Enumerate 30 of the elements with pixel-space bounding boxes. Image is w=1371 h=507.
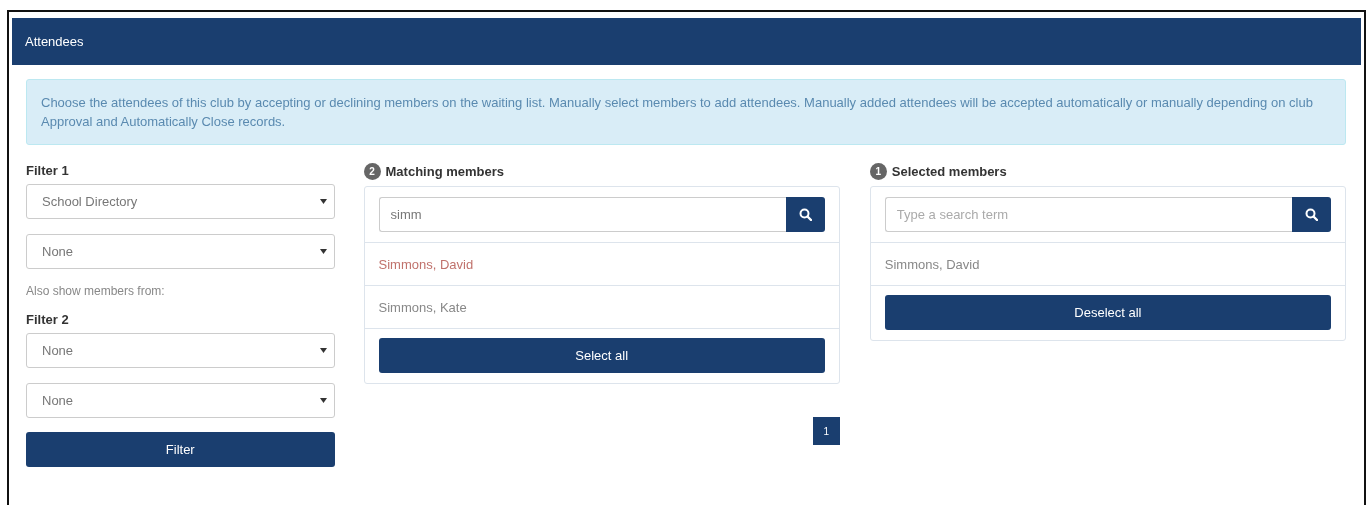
- member-item[interactable]: Simmons, David: [364, 242, 839, 285]
- section-title: Matching members: [385, 164, 504, 179]
- caret-icon: [319, 249, 327, 254]
- select-all-button[interactable]: Select all: [378, 338, 825, 373]
- caret-icon: [319, 348, 327, 353]
- dropdown[interactable]: None: [26, 333, 335, 368]
- count-badge: 1: [869, 163, 887, 180]
- info-notice: Choose the attendees of this club by accepting or declining members on the waiting list. Manually select members to add attendees. Manually added attendees will be accepted automatically or manually depending on club Approval and Automatically Close records.: [26, 79, 1346, 145]
- section-title: Selected members: [891, 164, 1007, 179]
- member-item[interactable]: Simmons, David: [870, 242, 1345, 285]
- search-button[interactable]: [1292, 197, 1331, 232]
- search-field[interactable]: simm: [378, 197, 786, 232]
- dropdown[interactable]: None: [26, 383, 335, 418]
- search-field[interactable]: Type a search term: [884, 197, 1292, 232]
- count-badge: 2: [363, 163, 381, 180]
- panel-title: Attendees: [25, 34, 84, 49]
- filter-label: Filter 2: [26, 312, 70, 327]
- search-icon: [1305, 208, 1318, 221]
- helper-text: Also show members from:: [26, 284, 166, 298]
- search-button[interactable]: [785, 197, 825, 232]
- search-icon: [798, 208, 812, 221]
- deselect-all-button[interactable]: Deselect all: [884, 295, 1331, 330]
- filter-label: Filter 1: [26, 163, 70, 178]
- dropdown[interactable]: None: [26, 234, 335, 269]
- caret-icon: [319, 199, 327, 204]
- filter-button[interactable]: Filter: [26, 432, 335, 467]
- member-item[interactable]: Simmons, Kate: [364, 285, 839, 328]
- page-button[interactable]: 1: [812, 417, 840, 445]
- dropdown[interactable]: School Directory: [26, 184, 335, 219]
- caret-icon: [319, 398, 327, 403]
